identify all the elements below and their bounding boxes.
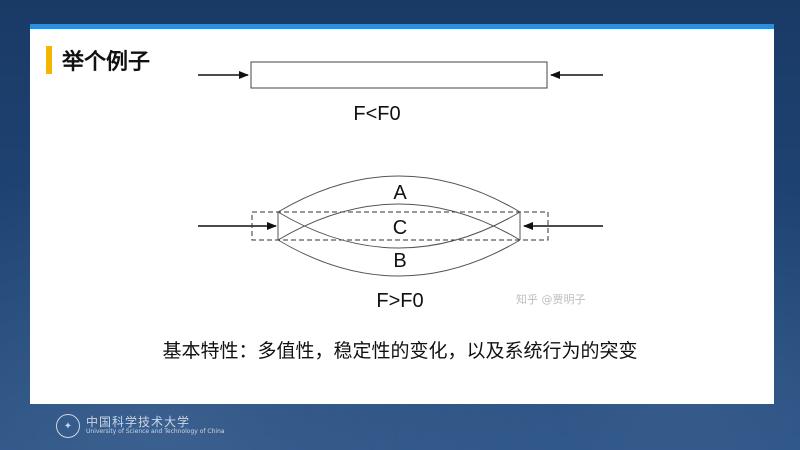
case1-label: F<F0	[353, 103, 400, 125]
label-b: B	[393, 250, 406, 272]
university-seal-icon: ✦	[56, 414, 80, 438]
university-logo: ✦ 中国科学技术大学 University of Science and Tec…	[56, 414, 225, 438]
watermark: 知乎 @贾明子	[516, 293, 586, 306]
buckling-diagram: F<F0 A C B F>F0	[198, 61, 603, 312]
case2-label: F>F0	[376, 290, 423, 312]
straight-column	[250, 61, 548, 89]
label-c: C	[393, 217, 407, 239]
university-name-en: University of Science and Technology of …	[86, 428, 225, 436]
case-straight-column: F<F0	[198, 61, 603, 125]
body-text: 基本特性：多值性，稳定性的变化，以及系统行为的突变	[162, 340, 638, 362]
label-a: A	[393, 182, 407, 204]
